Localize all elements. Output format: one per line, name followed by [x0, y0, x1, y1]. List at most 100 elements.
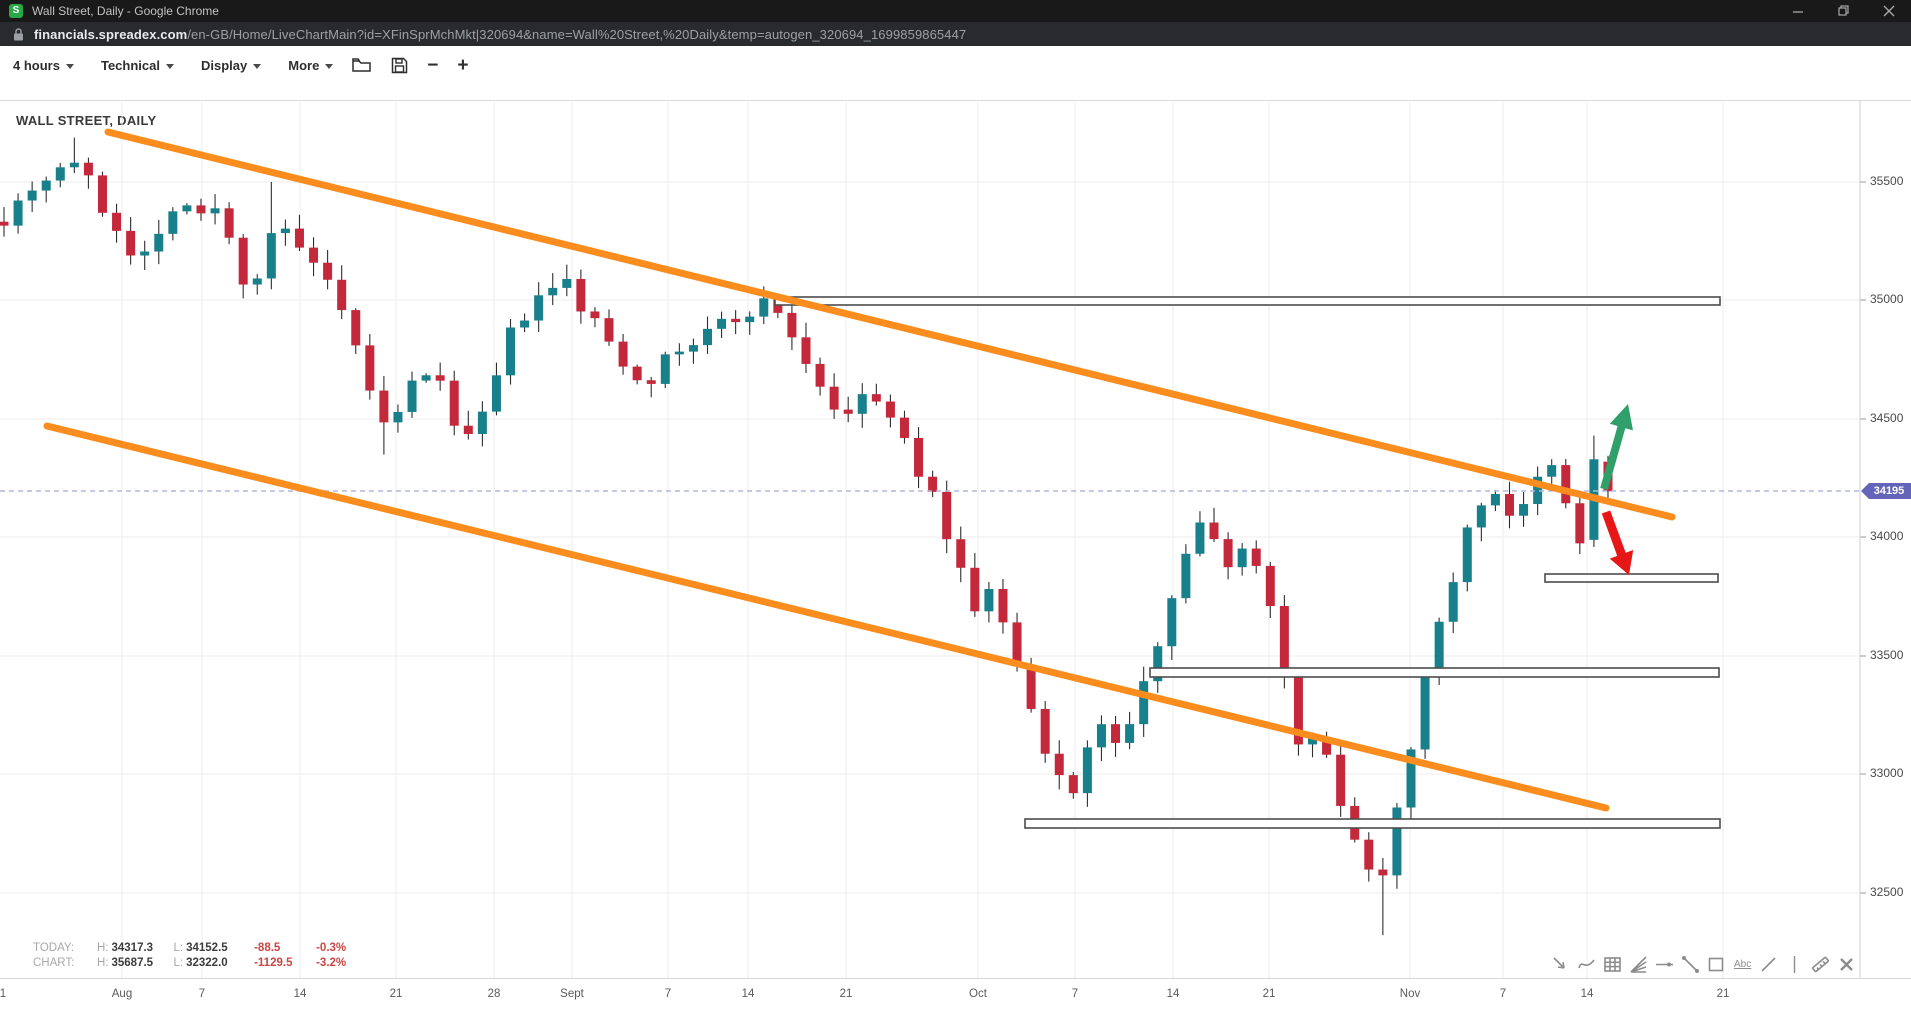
candle — [436, 363, 445, 391]
candle — [745, 311, 754, 334]
url-text: financials.spreadex.com/en-GB/Home/LiveC… — [34, 27, 966, 42]
zoom-in-button[interactable]: + — [457, 56, 468, 75]
more-dropdown[interactable]: More — [288, 58, 333, 73]
time-axis-label: 14 — [1581, 988, 1594, 1000]
low-key: L: — [174, 956, 184, 971]
today-change-pct: -0.3% — [316, 941, 372, 956]
technical-dropdown[interactable]: Technical — [101, 58, 174, 73]
support-zone-32790[interactable] — [1025, 819, 1720, 828]
chevron-down-icon — [325, 64, 333, 69]
candle — [675, 343, 684, 366]
delete-drawing-icon — [1836, 954, 1857, 975]
candle — [422, 373, 431, 383]
candle — [56, 163, 65, 187]
candle — [830, 373, 839, 419]
candle — [956, 527, 965, 583]
timeframe-dropdown-label: 4 hours — [13, 58, 60, 73]
chart-low-value: 32322.0 — [186, 956, 248, 971]
candle — [844, 397, 853, 422]
today-label: TODAY: — [33, 941, 97, 956]
candle — [1055, 740, 1064, 789]
candle — [1421, 668, 1430, 759]
candle — [168, 207, 177, 240]
price-axis-label: 34500 — [1870, 411, 1903, 425]
support-zone-33830[interactable] — [1545, 574, 1718, 582]
minimize-button[interactable] — [1776, 0, 1821, 22]
restore-button[interactable] — [1821, 0, 1866, 22]
rectangle-tool-button[interactable] — [1705, 953, 1728, 976]
address-bar[interactable]: financials.spreadex.com/en-GB/Home/LiveC… — [0, 22, 1911, 46]
price-axis-label: 33000 — [1870, 766, 1903, 780]
candle — [225, 202, 234, 244]
cursor-arrow-icon — [1550, 954, 1571, 975]
candle — [928, 471, 937, 497]
url-path: /en-GB/Home/LiveChartMain?id=XFinSprMchM… — [187, 27, 966, 42]
candle — [126, 217, 135, 265]
delete-drawing-button[interactable] — [1835, 953, 1858, 976]
support-zone-33430[interactable] — [1150, 668, 1719, 677]
chart-statistics: TODAY: H: 34317.3 L: 34152.5 -88.5 -0.3%… — [33, 941, 372, 971]
candle — [1210, 508, 1219, 542]
horizontal-line-button[interactable] — [1653, 953, 1676, 976]
candle — [886, 395, 895, 428]
price-axis-label: 35500 — [1870, 174, 1903, 188]
time-axis-label: 7 — [1072, 988, 1078, 1000]
upper-channel-trendline[interactable] — [108, 132, 1672, 517]
close-button[interactable] — [1866, 0, 1911, 22]
chart-label: CHART: — [33, 956, 97, 971]
candle — [1364, 832, 1373, 881]
bearish-scenario-arrow[interactable] — [1602, 511, 1633, 576]
chart-change-value: -1129.5 — [254, 956, 310, 971]
candle — [914, 427, 923, 488]
diagonal-line-button[interactable] — [1757, 953, 1780, 976]
chart-canvas[interactable] — [0, 100, 1911, 978]
grid-tool-button[interactable] — [1601, 953, 1624, 976]
candle — [14, 193, 23, 233]
lower-channel-trendline[interactable] — [47, 426, 1606, 808]
low-key: L: — [174, 941, 184, 956]
candle — [1336, 740, 1345, 817]
candle — [379, 376, 388, 455]
horizontal-line-icon — [1654, 954, 1675, 975]
candle — [1575, 494, 1584, 554]
candle — [998, 579, 1007, 634]
zoom-out-button[interactable]: − — [427, 56, 438, 75]
cursor-arrow-button[interactable] — [1549, 953, 1572, 976]
candle — [1181, 544, 1190, 603]
chart-toolbar: 4 hours Technical Display More − + — [0, 46, 1911, 84]
display-dropdown[interactable]: Display — [201, 58, 261, 73]
candle — [787, 305, 796, 350]
trend-line-button[interactable] — [1679, 953, 1702, 976]
candle — [42, 177, 51, 203]
candle — [619, 334, 628, 375]
candle — [1392, 803, 1401, 889]
candle — [351, 308, 360, 354]
bullish-scenario-arrow[interactable] — [1600, 404, 1633, 490]
text-tool-button[interactable]: Abc — [1731, 953, 1754, 976]
save-chart-button[interactable] — [391, 57, 408, 74]
time-axis-label: 28 — [488, 988, 501, 1000]
candle — [520, 313, 529, 332]
resistance-zone-35000[interactable] — [775, 297, 1720, 305]
candle — [1111, 716, 1120, 757]
fan-lines-button[interactable] — [1627, 953, 1650, 976]
curve-tool-icon — [1576, 954, 1597, 975]
curve-tool-button[interactable] — [1575, 953, 1598, 976]
open-chart-button[interactable] — [352, 57, 372, 73]
measure-tool-button[interactable] — [1809, 953, 1832, 976]
candle — [984, 582, 993, 623]
candle — [703, 317, 712, 354]
candle — [1561, 459, 1570, 508]
timeframe-dropdown[interactable]: 4 hours — [13, 58, 74, 73]
time-axis-label: 21 — [1263, 988, 1276, 1000]
time-axis-label: 14 — [1167, 988, 1180, 1000]
candle — [464, 411, 473, 440]
time-axis-label: 7 — [199, 988, 205, 1000]
trend-line-icon — [1680, 954, 1701, 975]
candle — [1294, 671, 1303, 755]
candle — [281, 220, 290, 246]
chart-change-pct: -3.2% — [316, 956, 372, 971]
time-axis-label: 21 — [840, 988, 853, 1000]
candle — [872, 384, 881, 406]
candle — [309, 237, 318, 276]
